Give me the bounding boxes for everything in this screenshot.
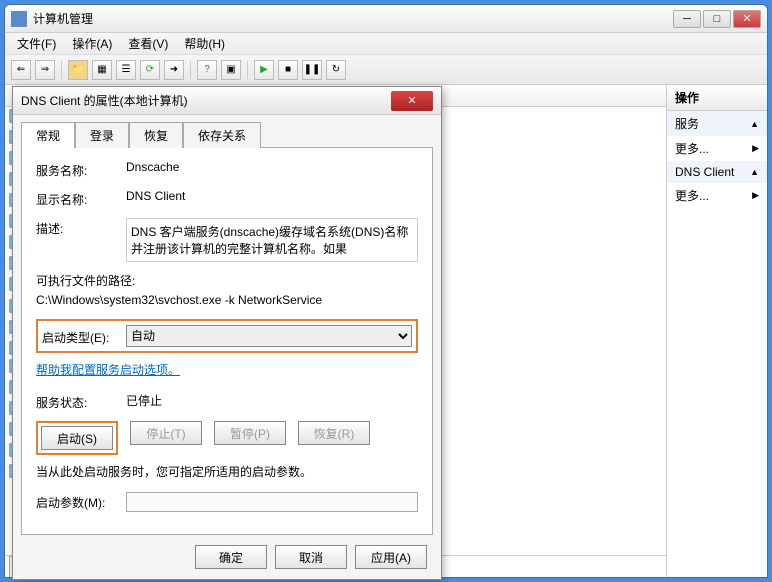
label-desc: 描述: <box>36 218 126 237</box>
tab-recovery[interactable]: 恢复 <box>129 122 183 148</box>
actions-dns[interactable]: DNS Client▲ <box>667 161 767 183</box>
startup-type-row: 启动类型(E): 自动 <box>36 319 418 353</box>
menu-file[interactable]: 文件(F) <box>9 33 64 54</box>
refresh-icon[interactable]: ⟳ <box>140 60 160 80</box>
value-dispname: DNS Client <box>126 189 418 203</box>
start-button[interactable]: 启动(S) <box>41 426 113 450</box>
play-icon[interactable]: ▶ <box>254 60 274 80</box>
value-desc: DNS 客户端服务(dnscache)缓存域名系统(DNS)名称并注册该计算机的… <box>126 218 418 262</box>
close-button[interactable]: ✕ <box>733 10 761 28</box>
label-dispname: 显示名称: <box>36 189 126 208</box>
maximize-button[interactable]: □ <box>703 10 731 28</box>
window-title: 计算机管理 <box>33 10 673 27</box>
nav-back-icon[interactable]: ⇐ <box>11 60 31 80</box>
help-link[interactable]: 帮助我配置服务启动选项。 <box>36 363 180 377</box>
stop-icon[interactable]: ■ <box>278 60 298 80</box>
actions-more-2[interactable]: 更多...▶ <box>667 183 767 208</box>
label-svcname: 服务名称: <box>36 160 126 179</box>
stop-button: 停止(T) <box>130 421 202 445</box>
chevron-right-icon: ▶ <box>752 143 759 154</box>
actions-more-1[interactable]: 更多...▶ <box>667 136 767 161</box>
ok-button[interactable]: 确定 <box>195 545 267 569</box>
cancel-button[interactable]: 取消 <box>275 545 347 569</box>
collapse-icon: ▲ <box>750 119 759 129</box>
properties-dialog: DNS Client 的属性(本地计算机) ✕ 常规 登录 恢复 依存关系 服务… <box>12 86 442 580</box>
label-status: 服务状态: <box>36 392 126 411</box>
help-icon[interactable]: ? <box>197 60 217 80</box>
props-icon[interactable]: ▣ <box>221 60 241 80</box>
params-input <box>126 492 418 512</box>
actions-services[interactable]: 服务▲ <box>667 111 767 136</box>
nav-fwd-icon[interactable]: ⇒ <box>35 60 55 80</box>
tab-general[interactable]: 常规 <box>21 122 75 148</box>
chevron-right-icon: ▶ <box>752 190 759 201</box>
toolbar: ⇐ ⇒ 📁 ▦ ☰ ⟳ ➜ ? ▣ ▶ ■ ❚❚ ↻ <box>5 55 767 85</box>
tab-deps[interactable]: 依存关系 <box>183 122 261 148</box>
pause-button: 暂停(P) <box>214 421 286 445</box>
minimize-button[interactable]: ─ <box>673 10 701 28</box>
restart-icon[interactable]: ↻ <box>326 60 346 80</box>
pause-icon[interactable]: ❚❚ <box>302 60 322 80</box>
label-startup: 启动类型(E): <box>42 327 126 346</box>
dialog-title: DNS Client 的属性(本地计算机) <box>21 92 391 109</box>
menu-action[interactable]: 操作(A) <box>64 33 120 54</box>
folder-icon[interactable]: 📁 <box>68 60 88 80</box>
detail-icon[interactable]: ☰ <box>116 60 136 80</box>
hint-text: 当从此处启动服务时，您可指定所适用的启动参数。 <box>36 463 418 480</box>
tab-logon[interactable]: 登录 <box>75 122 129 148</box>
collapse-icon: ▲ <box>750 167 759 177</box>
titlebar: 计算机管理 ─ □ ✕ <box>5 5 767 33</box>
value-svcname: Dnscache <box>126 160 418 174</box>
menu-view[interactable]: 查看(V) <box>120 33 176 54</box>
startup-type-select[interactable]: 自动 <box>126 325 412 347</box>
export-icon[interactable]: ➜ <box>164 60 184 80</box>
dialog-titlebar: DNS Client 的属性(本地计算机) ✕ <box>13 87 441 115</box>
menubar: 文件(F) 操作(A) 查看(V) 帮助(H) <box>5 33 767 55</box>
menu-help[interactable]: 帮助(H) <box>176 33 233 54</box>
actions-header: 操作 <box>667 85 767 111</box>
apply-button[interactable]: 应用(A) <box>355 545 427 569</box>
label-params: 启动参数(M): <box>36 492 126 511</box>
app-icon <box>11 11 27 27</box>
label-exepath: 可执行文件的路径: <box>36 272 418 289</box>
value-exepath: C:\Windows\system32\svchost.exe -k Netwo… <box>36 293 418 307</box>
dialog-close-button[interactable]: ✕ <box>391 91 433 111</box>
list-icon[interactable]: ▦ <box>92 60 112 80</box>
resume-button: 恢复(R) <box>298 421 370 445</box>
value-status: 已停止 <box>126 392 418 409</box>
